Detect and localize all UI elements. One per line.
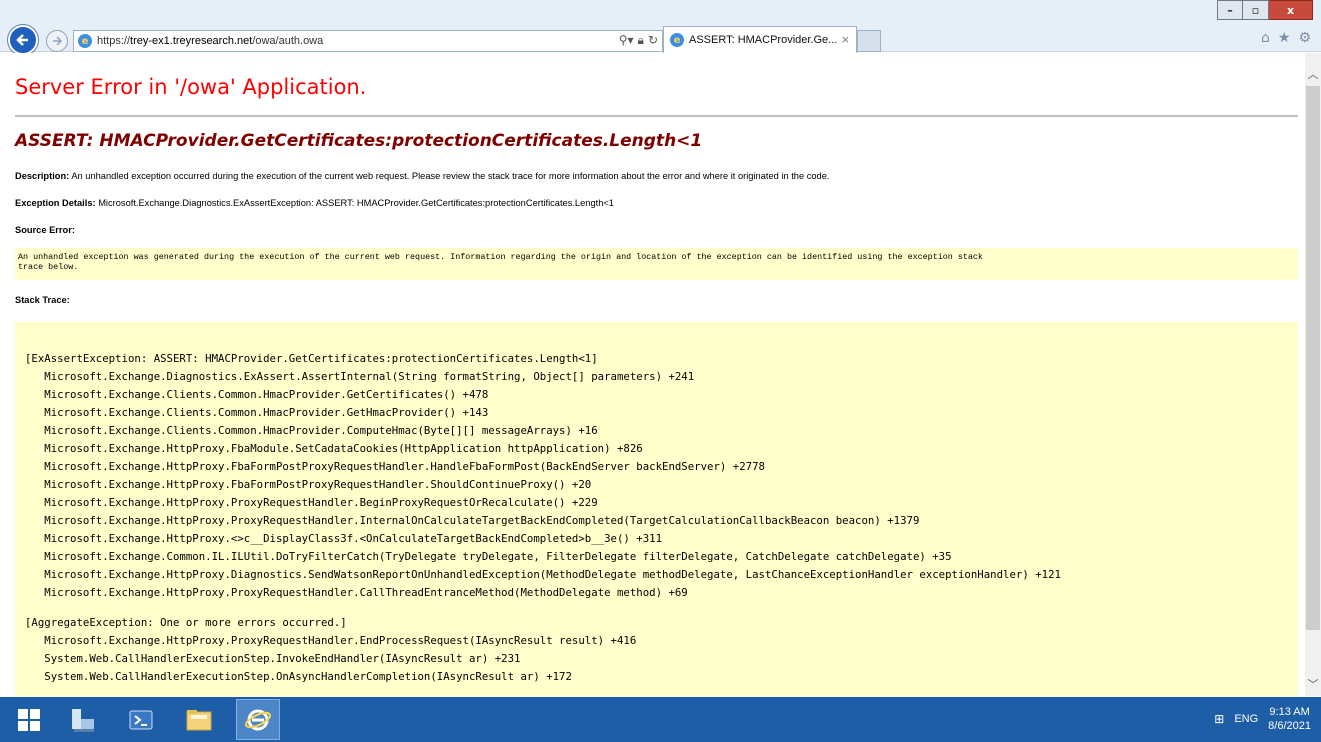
stack-gap [25, 602, 1288, 614]
browser-chrome: – ▫ x e https://trey-ex1.treyresearch.ne… [0, 0, 1321, 55]
tab-active[interactable]: e ASSERT: HMACProvider.Ge... × [663, 26, 857, 53]
clock-time: 9:13 AM [1269, 706, 1310, 718]
settings-gear-icon[interactable]: ⚙ [1298, 30, 1311, 46]
url-host: trey-ex1.treyresearch.net [130, 35, 253, 47]
home-icon[interactable]: ⌂ [1261, 30, 1270, 46]
stack-line: Microsoft.Exchange.Clients.Common.HmacPr… [25, 406, 489, 419]
forward-button[interactable] [46, 30, 68, 52]
scroll-down-chevron-icon[interactable]: ﹀ [1305, 676, 1321, 696]
clock-date: 8/6/2021 [1268, 720, 1311, 732]
page-title: Server Error in '/owa' Application. [15, 75, 367, 99]
stack-line: Microsoft.Exchange.HttpProxy.<>c__Displa… [25, 532, 663, 545]
stack-line: Microsoft.Exchange.HttpProxy.ProxyReques… [25, 586, 688, 599]
stack-line: Microsoft.Exchange.Common.IL.ILUtil.DoTr… [25, 550, 952, 563]
start-icon [18, 709, 40, 731]
stack-line: Microsoft.Exchange.HttpProxy.Diagnostics… [25, 568, 1061, 581]
stack-trace-heading: Stack Trace: [15, 295, 70, 305]
stack-line: [AggregateException: One or more errors … [25, 616, 347, 629]
description-text: An unhandled exception occurred during t… [69, 171, 830, 181]
stack-line: System.Web.CallHandlerExecutionStep.OnAs… [25, 670, 572, 683]
source-error-label: Source Error: [15, 225, 75, 235]
restore-button[interactable]: ▫ [1243, 0, 1269, 20]
new-tab-button[interactable] [857, 30, 881, 52]
stack-line: [ExAssertException: ASSERT: HMACProvider… [25, 352, 598, 365]
scroll-up-chevron-icon[interactable]: ︿ [1305, 66, 1321, 86]
exception-details-line: Exception Details: Microsoft.Exchange.Di… [15, 198, 614, 208]
source-error-line: An unhandled exception was generated dur… [18, 252, 983, 262]
ie-icon: e [78, 34, 92, 48]
close-icon: x [1286, 3, 1295, 17]
stack-line: System.Web.CallHandlerExecutionStep.Invo… [25, 652, 521, 665]
refresh-icon[interactable]: ↻ [648, 33, 658, 48]
stack-line: Microsoft.Exchange.Clients.Common.HmacPr… [25, 388, 489, 401]
address-bar[interactable]: e https://trey-ex1.treyresearch.net/owa/… [73, 30, 663, 52]
assert-heading: ASSERT: HMACProvider.GetCertificates:pro… [15, 131, 703, 151]
tab-title: ASSERT: HMACProvider.Ge... [689, 34, 838, 46]
ie-icon: e [670, 33, 684, 47]
network-icon[interactable]: ⊞ [1214, 712, 1224, 726]
source-error-box: An unhandled exception was generated dur… [15, 248, 1298, 280]
browser-tools: ⌂ ★ ⚙ [1261, 30, 1311, 46]
minimize-button[interactable]: – [1217, 0, 1243, 20]
taskbar: ⊞ ENG 9:13 AM 8/6/2021 [0, 697, 1321, 742]
url-path: /owa/auth.owa [252, 35, 324, 47]
file-explorer-button[interactable] [182, 703, 216, 737]
forward-arrow-icon [53, 36, 63, 46]
internet-explorer-icon [245, 709, 271, 730]
back-button[interactable] [8, 25, 38, 55]
exception-label: Exception Details: [15, 198, 96, 208]
stack-line: Microsoft.Exchange.Diagnostics.ExAssert.… [25, 370, 695, 383]
address-tools: ⚲▾ 🔒︎ ↻ [619, 33, 658, 48]
close-button[interactable]: x [1269, 0, 1313, 20]
lock-icon[interactable]: 🔒︎ [638, 33, 644, 48]
powershell-icon [129, 710, 153, 730]
favorites-star-icon[interactable]: ★ [1278, 30, 1291, 46]
stack-line: Microsoft.Exchange.HttpProxy.ProxyReques… [25, 514, 920, 527]
language-indicator[interactable]: ENG [1234, 713, 1258, 725]
server-manager-button[interactable] [66, 703, 100, 737]
stack-line: Microsoft.Exchange.HttpProxy.FbaModule.S… [25, 442, 643, 455]
search-icon[interactable]: ⚲▾ [619, 33, 634, 48]
url-text[interactable]: https://trey-ex1.treyresearch.net/owa/au… [97, 35, 323, 47]
page-viewport: Server Error in '/owa' Application. ASSE… [0, 53, 1305, 696]
scrollbar-thumb[interactable] [1306, 86, 1320, 630]
url-scheme: https:// [97, 35, 131, 47]
clock[interactable]: 9:13 AM 8/6/2021 [1268, 705, 1311, 733]
tab-close-icon[interactable]: × [841, 33, 850, 46]
minimize-icon: – [1227, 3, 1233, 17]
restore-icon: ▫ [1251, 3, 1260, 17]
back-arrow-icon [16, 34, 28, 46]
start-button[interactable] [12, 703, 46, 737]
stack-line: Microsoft.Exchange.HttpProxy.FbaFormPost… [25, 460, 765, 473]
internet-explorer-button[interactable] [236, 699, 280, 740]
stack-line: Microsoft.Exchange.HttpProxy.ProxyReques… [25, 496, 598, 509]
server-manager-icon [72, 709, 94, 732]
file-explorer-icon [186, 710, 212, 731]
window-controls: – ▫ x [1217, 0, 1313, 20]
system-tray: ⊞ ENG 9:13 AM 8/6/2021 [1214, 705, 1311, 733]
stack-line: Microsoft.Exchange.HttpProxy.FbaFormPost… [25, 478, 592, 491]
stack-trace-label: Stack Trace: [15, 295, 70, 305]
powershell-button[interactable] [124, 703, 158, 737]
description-label: Description: [15, 171, 70, 181]
title-divider [15, 115, 1298, 117]
stack-trace-box: [ExAssertException: ASSERT: HMACProvider… [15, 322, 1298, 696]
stack-line: Microsoft.Exchange.Clients.Common.HmacPr… [25, 424, 598, 437]
exception-text: Microsoft.Exchange.Diagnostics.ExAssertE… [95, 198, 614, 208]
description-line: Description: An unhandled exception occu… [15, 171, 829, 181]
source-error-line: trace below. [18, 262, 79, 272]
stack-line: Microsoft.Exchange.HttpProxy.ProxyReques… [25, 634, 637, 647]
source-error-heading: Source Error: [15, 225, 75, 235]
